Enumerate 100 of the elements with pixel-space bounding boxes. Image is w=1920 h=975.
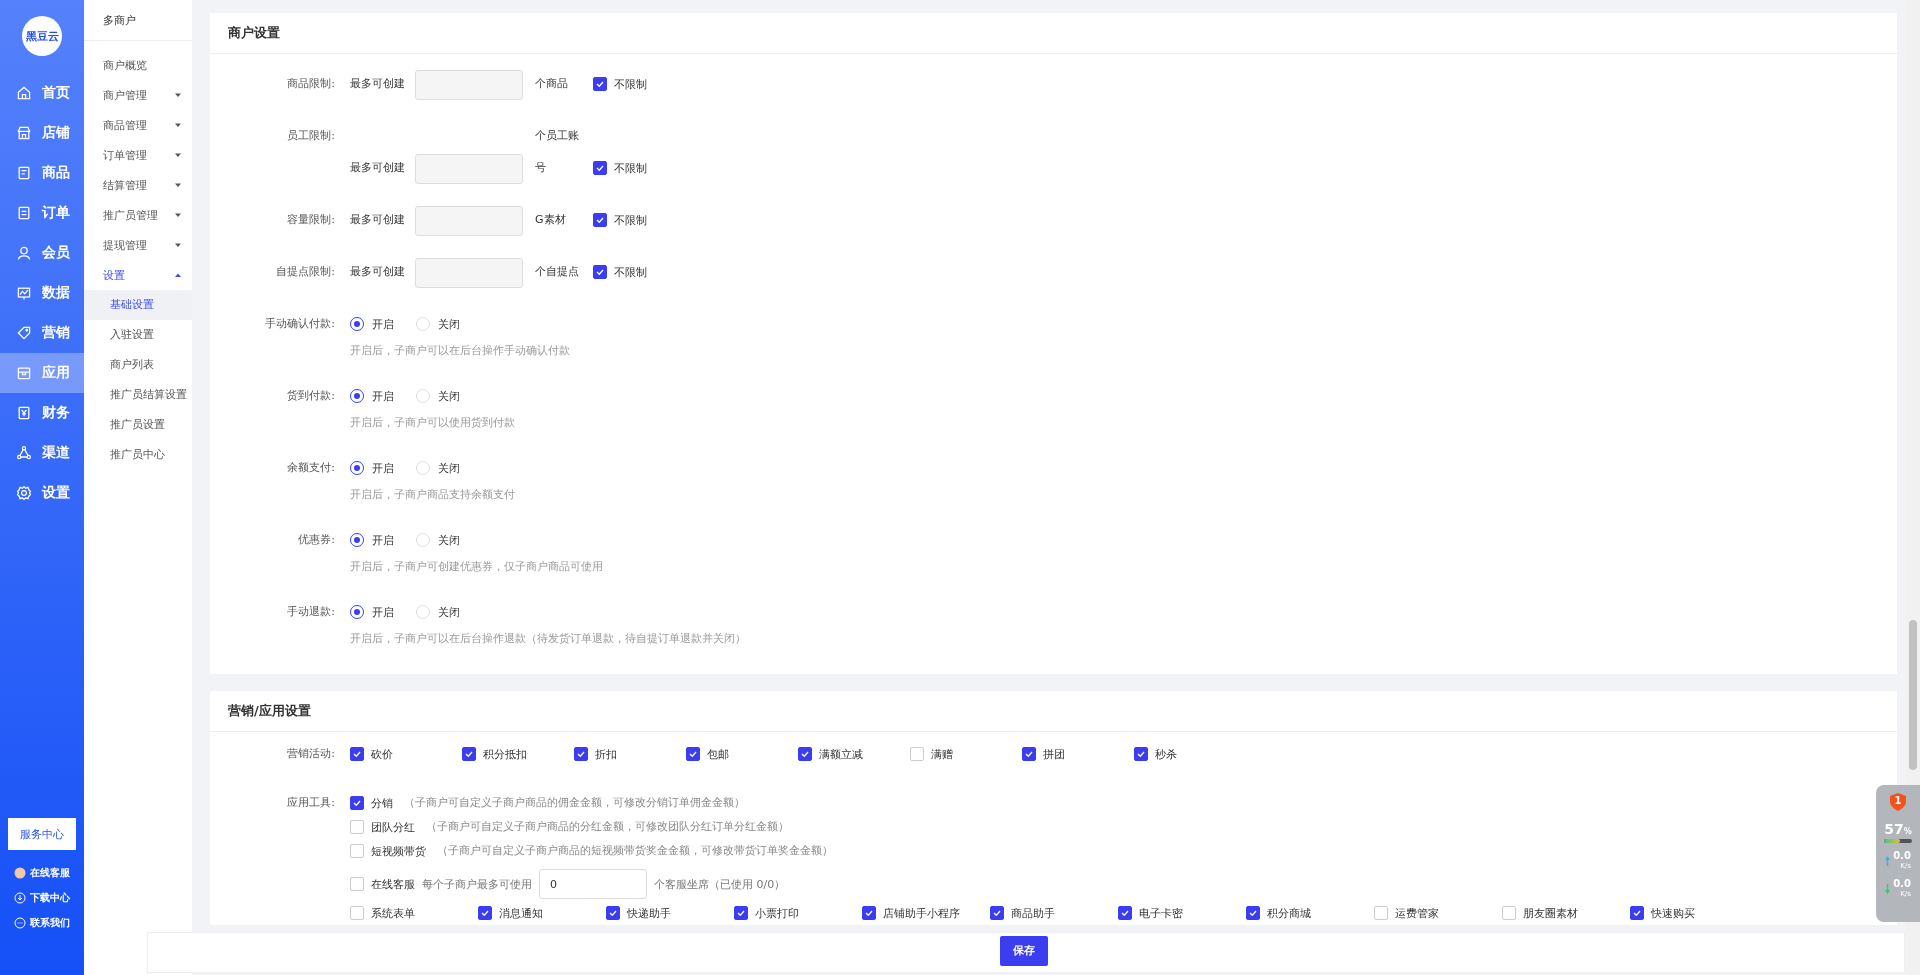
field-label: 员工限制: [286,128,336,144]
radio-option[interactable]: 开启 [350,316,394,332]
save-button[interactable]: 保存 [1000,935,1048,966]
radio-option[interactable]: 开启 [350,460,394,476]
tool-checkbox-label[interactable]: 电子卡密 [1118,901,1246,925]
activity-checkbox-label[interactable]: 砍价 [350,742,462,766]
tool-checkbox-label[interactable]: 快递助手 [606,901,734,925]
submenu-item[interactable]: 商品管理 [84,110,192,140]
submenu-item[interactable]: 商户管理 [84,80,192,110]
tool-checkbox-label[interactable]: 小票打印 [734,901,862,925]
sidebar-link[interactable]: 下载中心 [0,885,84,910]
submenu-subitem[interactable]: 推广员结算设置 [84,380,192,410]
checkbox[interactable] [734,906,748,920]
checkbox[interactable] [593,161,607,175]
unlimited-checkbox-label[interactable]: 不限制 [593,68,647,100]
tool-checkbox-label[interactable]: 商品助手 [990,901,1118,925]
sidebar-item[interactable]: 营销 [0,313,84,353]
submenu-item[interactable]: 订单管理 [84,140,192,170]
radio-option[interactable]: 开启 [350,532,394,548]
caret-icon [174,91,182,99]
input-field[interactable] [415,258,523,288]
checkbox[interactable] [350,747,364,761]
sidebar-item[interactable]: 商品 [0,153,84,193]
tool-checkbox-label[interactable]: 积分商城 [1246,901,1374,925]
submenu-subitem[interactable]: 入驻设置 [84,320,192,350]
sidebar-item[interactable]: 店铺 [0,113,84,153]
checkbox[interactable] [862,906,876,920]
activity-checkbox-label[interactable]: 包邮 [686,742,798,766]
radio-option[interactable]: 关闭 [416,460,460,476]
checkbox[interactable] [350,796,364,810]
check-icon [595,79,605,89]
checkbox[interactable] [798,747,812,761]
submenu-subitem[interactable]: 推广员设置 [84,410,192,440]
submenu-item[interactable]: 商户概览 [84,50,192,80]
checkbox[interactable] [1022,747,1036,761]
submenu-subitem[interactable]: 推广员中心 [84,440,192,470]
input-field[interactable] [415,206,523,236]
sidebar-link[interactable]: 在线客服 [0,860,84,885]
unit-label: G素材 [535,212,567,228]
radio-option[interactable]: 开启 [350,604,394,620]
radio-option[interactable]: 关闭 [416,604,460,620]
radio-option[interactable]: 关闭 [416,388,460,404]
submenu-item[interactable]: 结算管理 [84,170,192,200]
sidebar-item[interactable]: 设置 [0,473,84,513]
checkbox[interactable] [686,747,700,761]
unlimited-checkbox-label[interactable]: 不限制 [593,204,647,236]
activity-checkbox-label[interactable]: 拼团 [1022,742,1134,766]
activity-checkbox-label[interactable]: 满额立减 [798,742,910,766]
field-label: 货到付款: [286,388,336,404]
scrollbar-thumb[interactable] [1909,620,1917,770]
submenu-subitem[interactable]: 基础设置 [84,290,192,320]
checkbox[interactable] [1134,747,1148,761]
checkbox[interactable] [574,747,588,761]
submenu-item[interactable]: 设置 [84,260,192,290]
submenu-item[interactable]: 提现管理 [84,230,192,260]
field-label: 优惠券: [297,532,336,548]
sidebar-item[interactable]: 订单 [0,193,84,233]
radio-option[interactable]: 开启 [350,388,394,404]
input-field[interactable] [415,154,523,184]
checkbox[interactable] [990,906,1004,920]
radio-option[interactable]: 关闭 [416,316,460,332]
sidebar-item[interactable]: 财务 [0,393,84,433]
checkbox[interactable] [1118,906,1132,920]
sidebar-item[interactable]: 渠道 [0,433,84,473]
tool-checkbox-label[interactable]: 快速购买 [1630,901,1758,925]
chat-icon [14,916,26,929]
checkbox[interactable] [478,906,492,920]
tool-checkbox-label[interactable]: 消息通知 [478,901,606,925]
tool-checkbox-label[interactable]: 系统表单 [350,901,478,925]
tool-checkbox-label[interactable]: 店铺助手小程序 [862,901,990,925]
activity-checkbox-label[interactable]: 满赠 [910,742,1022,766]
unlimited-checkbox-label[interactable]: 不限制 [593,256,647,288]
seat-input[interactable]: 0 [539,869,647,899]
checkbox[interactable] [593,265,607,279]
checkbox[interactable] [462,747,476,761]
sidebar-item[interactable]: 首页 [0,73,84,113]
sidebar-link[interactable]: 联系我们 [0,910,84,935]
service-center-button[interactable]: 服务中心 [8,818,76,850]
unlimited-checkbox-label[interactable]: 不限制 [593,152,647,184]
check-icon [595,215,605,225]
tool-checkbox-label[interactable]: 朋友圈素材 [1502,901,1630,925]
sidebar-item[interactable]: 会员 [0,233,84,273]
sidebar-item[interactable]: 数据 [0,273,84,313]
tag-icon [16,325,32,341]
submenu-item[interactable]: 推广员管理 [84,200,192,230]
tool-checkbox-label[interactable]: 运费管家 [1374,901,1502,925]
checkbox[interactable] [1246,906,1260,920]
checkbox[interactable] [606,906,620,920]
document-icon [16,205,32,221]
activity-checkbox-label[interactable]: 积分抵扣 [462,742,574,766]
submenu-subitem[interactable]: 商户列表 [84,350,192,380]
input-field[interactable] [415,70,523,100]
radio-option[interactable]: 关闭 [416,532,460,548]
checkbox[interactable] [593,77,607,91]
activity-checkbox-label[interactable]: 折扣 [574,742,686,766]
activity-checkbox-label[interactable]: 秒杀 [1134,742,1246,766]
tool-checkbox-label[interactable]: 在线客服 [350,868,415,900]
checkbox[interactable] [593,213,607,227]
checkbox[interactable] [1630,906,1644,920]
clipboard-icon [16,165,32,181]
